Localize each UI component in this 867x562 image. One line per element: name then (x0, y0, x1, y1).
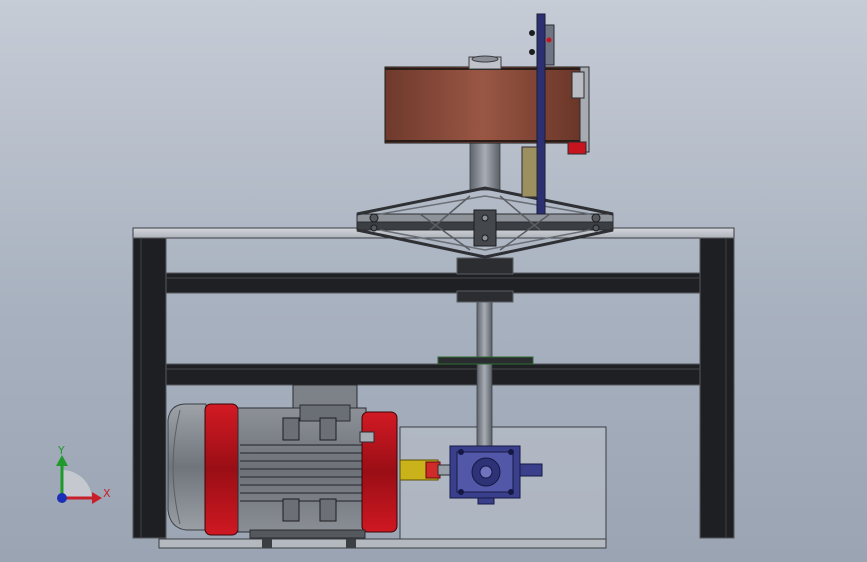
frame-left-leg (132, 237, 167, 539)
cad-viewport[interactable]: Y X (0, 0, 867, 562)
motor-body (237, 407, 367, 533)
arm-pole (536, 13, 546, 215)
assembly-drawing: Y X (56, 13, 735, 549)
upper-bearing (456, 257, 514, 275)
lower-shaft (476, 299, 493, 461)
shaft-flange-plate (437, 356, 534, 365)
triad-z-axis (57, 493, 67, 503)
drum-body (384, 66, 581, 144)
triad-y-label: Y (57, 444, 65, 457)
orientation-triad: Y X (56, 444, 111, 504)
drum-assembly[interactable] (384, 55, 590, 155)
motor-rear-flange (204, 403, 239, 536)
motor-foot-right (346, 538, 356, 548)
triad-x-label: X (103, 487, 111, 500)
frame-upper-crossbar (165, 272, 701, 294)
electric-motor[interactable] (167, 384, 398, 548)
motor-front-flange (361, 411, 398, 533)
truss-spider[interactable] (356, 186, 614, 259)
triad-arc (62, 469, 92, 498)
lower-bearing (456, 290, 514, 303)
motor-fan-cover (167, 403, 207, 531)
arm-upper-bracket (544, 24, 555, 66)
frame-middle-crossbar (165, 363, 701, 386)
frame-base-plate (158, 538, 607, 549)
upper-shaft (469, 139, 501, 191)
frame-right-leg (699, 237, 735, 539)
motor-foot-left (262, 538, 272, 548)
brake-pad (521, 146, 538, 198)
